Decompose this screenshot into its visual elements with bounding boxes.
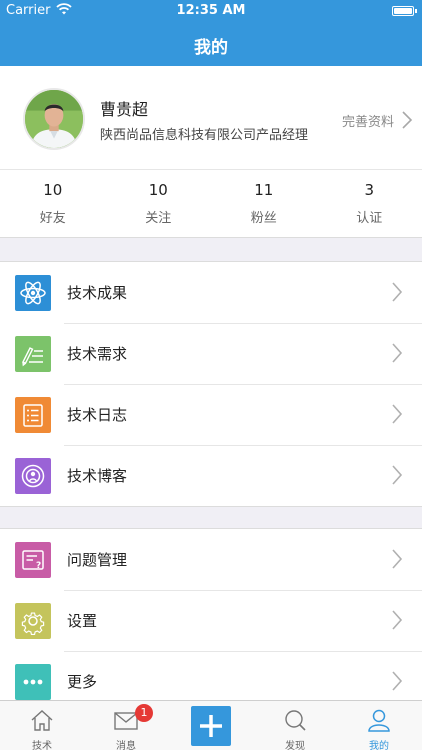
chevron-right-icon [392, 404, 403, 424]
status-bar: Carrier 12:35 AM [0, 0, 422, 22]
gear-icon [15, 603, 51, 639]
menu-item-tech-achievements[interactable]: 技术成果 [0, 262, 422, 323]
tab-label: 我的 [369, 741, 389, 750]
battery-icon [392, 6, 417, 16]
chevron-right-icon [392, 465, 403, 485]
page-title: 我的 [194, 38, 228, 58]
question-doc-icon: ? [15, 542, 51, 578]
menu-item-tech-blog[interactable]: 技术博客 [0, 445, 422, 506]
chevron-right-icon[interactable] [400, 110, 414, 130]
stat-value: 3 [364, 181, 375, 199]
chevron-right-icon [392, 671, 403, 691]
tab-label: 发现 [285, 741, 305, 750]
tab-discover[interactable]: 发现 [253, 701, 337, 750]
user-icon [368, 709, 390, 732]
nav-bar: 我的 [0, 22, 422, 66]
menu-item-label: 更多 [67, 673, 98, 691]
pen-list-icon [15, 336, 51, 372]
list-doc-icon [15, 397, 51, 433]
stat-value: 11 [254, 181, 274, 199]
stat-following[interactable]: 10 关注 [106, 170, 212, 238]
tab-bar: 技术 1 消息 发现 我的 [0, 700, 422, 750]
svg-text:?: ? [36, 561, 41, 571]
tab-label: 技术 [32, 741, 52, 750]
menu-item-label: 问题管理 [67, 551, 128, 569]
stat-label: 粉丝 [250, 211, 277, 226]
menu-item-tech-demands[interactable]: 技术需求 [0, 323, 422, 384]
chevron-right-icon [392, 343, 403, 363]
edit-profile-link[interactable]: 完善资料 [342, 111, 394, 130]
stat-value: 10 [43, 181, 63, 199]
more-dots-icon [15, 664, 51, 700]
menu-item-label: 技术博客 [67, 467, 128, 485]
user-name: 曹贵超 [100, 100, 149, 119]
stat-friends[interactable]: 10 好友 [0, 170, 106, 238]
home-icon [31, 710, 53, 731]
search-icon [285, 710, 306, 731]
tab-messages[interactable]: 1 消息 [84, 701, 168, 750]
stat-label: 认证 [356, 211, 383, 226]
tab-label: 消息 [116, 741, 136, 750]
chevron-right-icon [392, 610, 403, 630]
menu-item-label: 技术成果 [67, 284, 128, 302]
profile-card[interactable]: 曹贵超 陕西尚品信息科技有限公司产品经理 完善资料 [0, 66, 422, 170]
plus-icon [200, 715, 222, 737]
menu-item-label: 设置 [67, 612, 98, 630]
podcast-user-icon [15, 458, 51, 494]
tab-mine[interactable]: 我的 [337, 701, 421, 750]
chevron-right-icon [392, 282, 403, 302]
menu-group-other: ? 问题管理 设置 更多 [0, 528, 422, 712]
stat-followers[interactable]: 11 粉丝 [211, 170, 317, 238]
atom-icon [15, 275, 51, 311]
stat-certifications[interactable]: 3 认证 [317, 170, 422, 238]
tab-tech[interactable]: 技术 [0, 701, 84, 750]
stat-value: 10 [148, 181, 168, 199]
menu-item-question-management[interactable]: ? 问题管理 [0, 529, 422, 590]
stat-label: 好友 [39, 211, 66, 226]
avatar[interactable] [23, 88, 85, 150]
menu-item-tech-logs[interactable]: 技术日志 [0, 384, 422, 445]
menu-item-label: 技术需求 [67, 345, 128, 363]
menu-item-settings[interactable]: 设置 [0, 590, 422, 651]
chevron-right-icon [392, 549, 403, 569]
unread-badge: 1 [135, 704, 153, 722]
menu-group-tech: 技术成果 技术需求 技术日志 技术博客 [0, 261, 422, 507]
stat-label: 关注 [145, 211, 172, 226]
stats-bar: 10 好友 10 关注 11 粉丝 3 认证 [0, 170, 422, 238]
menu-item-label: 技术日志 [67, 406, 128, 424]
user-company: 陕西尚品信息科技有限公司产品经理 [100, 128, 309, 143]
clock: 12:35 AM [176, 3, 246, 18]
avatar-photo [25, 90, 83, 148]
add-button[interactable] [191, 706, 231, 746]
